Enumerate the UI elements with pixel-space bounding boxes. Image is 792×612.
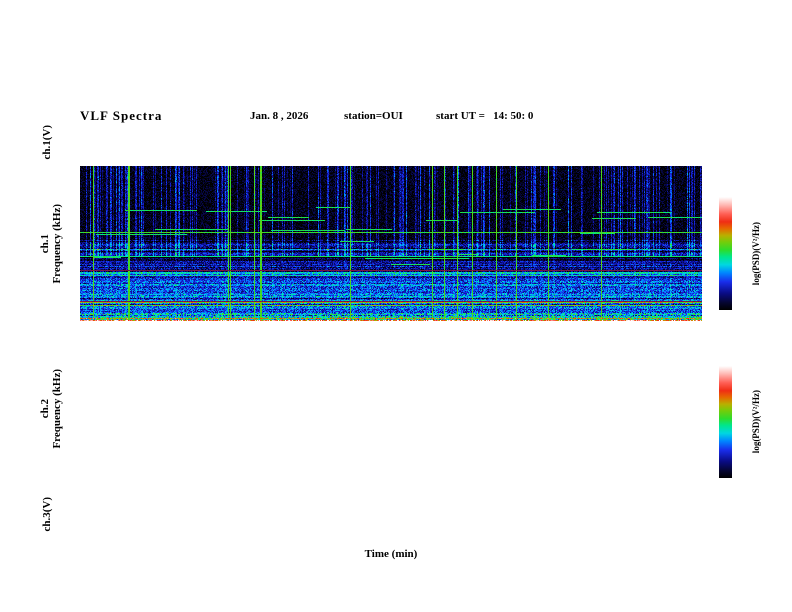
colorbar2-label: log(PSD)(V²/Hz) [750,390,761,454]
ch1-spectrogram-panel [80,166,702,321]
colorbar1-label: log(PSD)(V²/Hz) [750,221,761,286]
vlf-spectra-figure: VLF Spectra Jan. 8 , 2026 station=OUI st… [0,0,792,612]
station-label: station=OUI [344,110,403,122]
ch3-waveform-panel [80,497,702,530]
plot-title: VLF Spectra [80,108,163,123]
colorbar-ch2 [719,366,732,478]
ch1-voltage-axis-label: ch.1(V) [41,124,53,160]
ch2-frequency-axis-label: ch.2 Frequency (kHz) [39,368,63,449]
colorbar-ch1 [719,197,732,310]
x-axis-label: Time (min) [364,548,418,560]
ch1-waveform-panel [80,127,702,157]
plot-date: Jan. 8 , 2026 [250,110,309,122]
ch3-voltage-axis-label: ch.3(V) [41,496,53,532]
ch1-frequency-axis-label: ch.1 Frequency (kHz) [39,203,63,284]
ch2-spectrogram-panel [80,331,702,486]
start-ut-label: start UT = 14: 50: 0 [436,110,534,122]
